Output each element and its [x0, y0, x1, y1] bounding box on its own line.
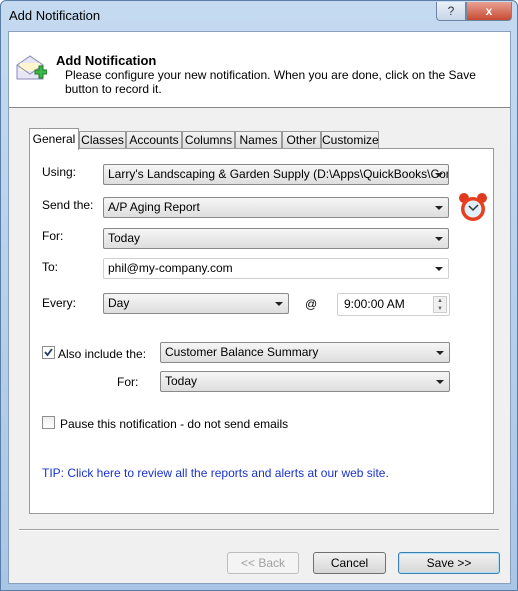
time-input[interactable]: 9:00:00 AM ▲ ▼: [337, 293, 450, 316]
also-include-label: Also include the:: [58, 347, 147, 361]
using-value: Larry's Landscaping & Garden Supply (D:\…: [108, 167, 449, 181]
also-include-value: Customer Balance Summary: [165, 345, 319, 359]
for-label: For:: [42, 229, 64, 243]
also-include-select[interactable]: Customer Balance Summary: [160, 342, 450, 363]
pause-checkbox[interactable]: [42, 416, 55, 429]
at-symbol: @: [305, 297, 318, 311]
chevron-down-icon: [275, 302, 283, 306]
also-for-label: For:: [117, 375, 139, 389]
to-input[interactable]: phil@my-company.com: [103, 258, 449, 279]
general-panel: Using: Larry's Landscaping & Garden Supp…: [29, 148, 494, 514]
chevron-down-icon: [436, 380, 444, 384]
send-label: Send the:: [42, 198, 94, 212]
tab-other[interactable]: Other: [282, 131, 321, 149]
cancel-button[interactable]: Cancel: [313, 552, 386, 574]
envelope-add-icon: [16, 55, 47, 80]
to-value: phil@my-company.com: [108, 261, 233, 275]
dialog-window: Add Notification ? x Add Notification Pl…: [0, 0, 518, 591]
using-select[interactable]: Larry's Landscaping & Garden Supply (D:\…: [103, 164, 449, 185]
separator: [19, 529, 499, 531]
header-description: Please configure your new notification. …: [65, 68, 476, 96]
for-value: Today: [108, 231, 141, 245]
help-button[interactable]: ?: [436, 2, 466, 21]
header: Add Notification Please configure your n…: [9, 32, 510, 108]
chevron-down-icon: [435, 267, 443, 271]
checkmark-icon: [44, 348, 53, 357]
tip-link[interactable]: TIP: Click here to review all the report…: [42, 466, 389, 480]
tab-accounts[interactable]: Accounts: [126, 131, 182, 149]
every-value: Day: [108, 296, 130, 310]
alarm-clock-icon: [459, 193, 487, 221]
window-title: Add Notification: [9, 8, 101, 23]
also-for-value: Today: [165, 374, 198, 388]
for-select[interactable]: Today: [103, 228, 449, 249]
every-label: Every:: [42, 296, 77, 310]
back-button[interactable]: << Back: [227, 552, 299, 574]
tab-customize[interactable]: Customize: [321, 131, 379, 149]
using-label: Using:: [42, 165, 77, 179]
chevron-down-icon: [435, 237, 443, 241]
close-button[interactable]: x: [466, 2, 512, 21]
time-value: 9:00:00 AM: [344, 297, 405, 311]
report-select[interactable]: A/P Aging Report: [103, 197, 449, 218]
report-value: A/P Aging Report: [108, 200, 200, 214]
header-title: Add Notification: [56, 53, 157, 68]
every-select[interactable]: Day: [103, 293, 289, 314]
dialog-client: Add Notification Please configure your n…: [8, 31, 511, 584]
to-label: To:: [42, 260, 59, 274]
time-spinner[interactable]: ▲ ▼: [433, 296, 447, 313]
chevron-down-icon: [436, 351, 444, 355]
chevron-down-icon: [435, 173, 443, 177]
tab-classes[interactable]: Classes: [79, 131, 126, 149]
also-include-checkbox[interactable]: [42, 346, 55, 359]
tab-columns[interactable]: Columns: [182, 131, 235, 149]
also-for-select[interactable]: Today: [160, 371, 450, 392]
pause-label: Pause this notification - do not send em…: [60, 417, 289, 431]
chevron-down-icon: [435, 206, 443, 210]
save-button[interactable]: Save >>: [398, 552, 500, 574]
tab-names[interactable]: Names: [235, 131, 282, 149]
tab-general[interactable]: General: [29, 128, 79, 150]
